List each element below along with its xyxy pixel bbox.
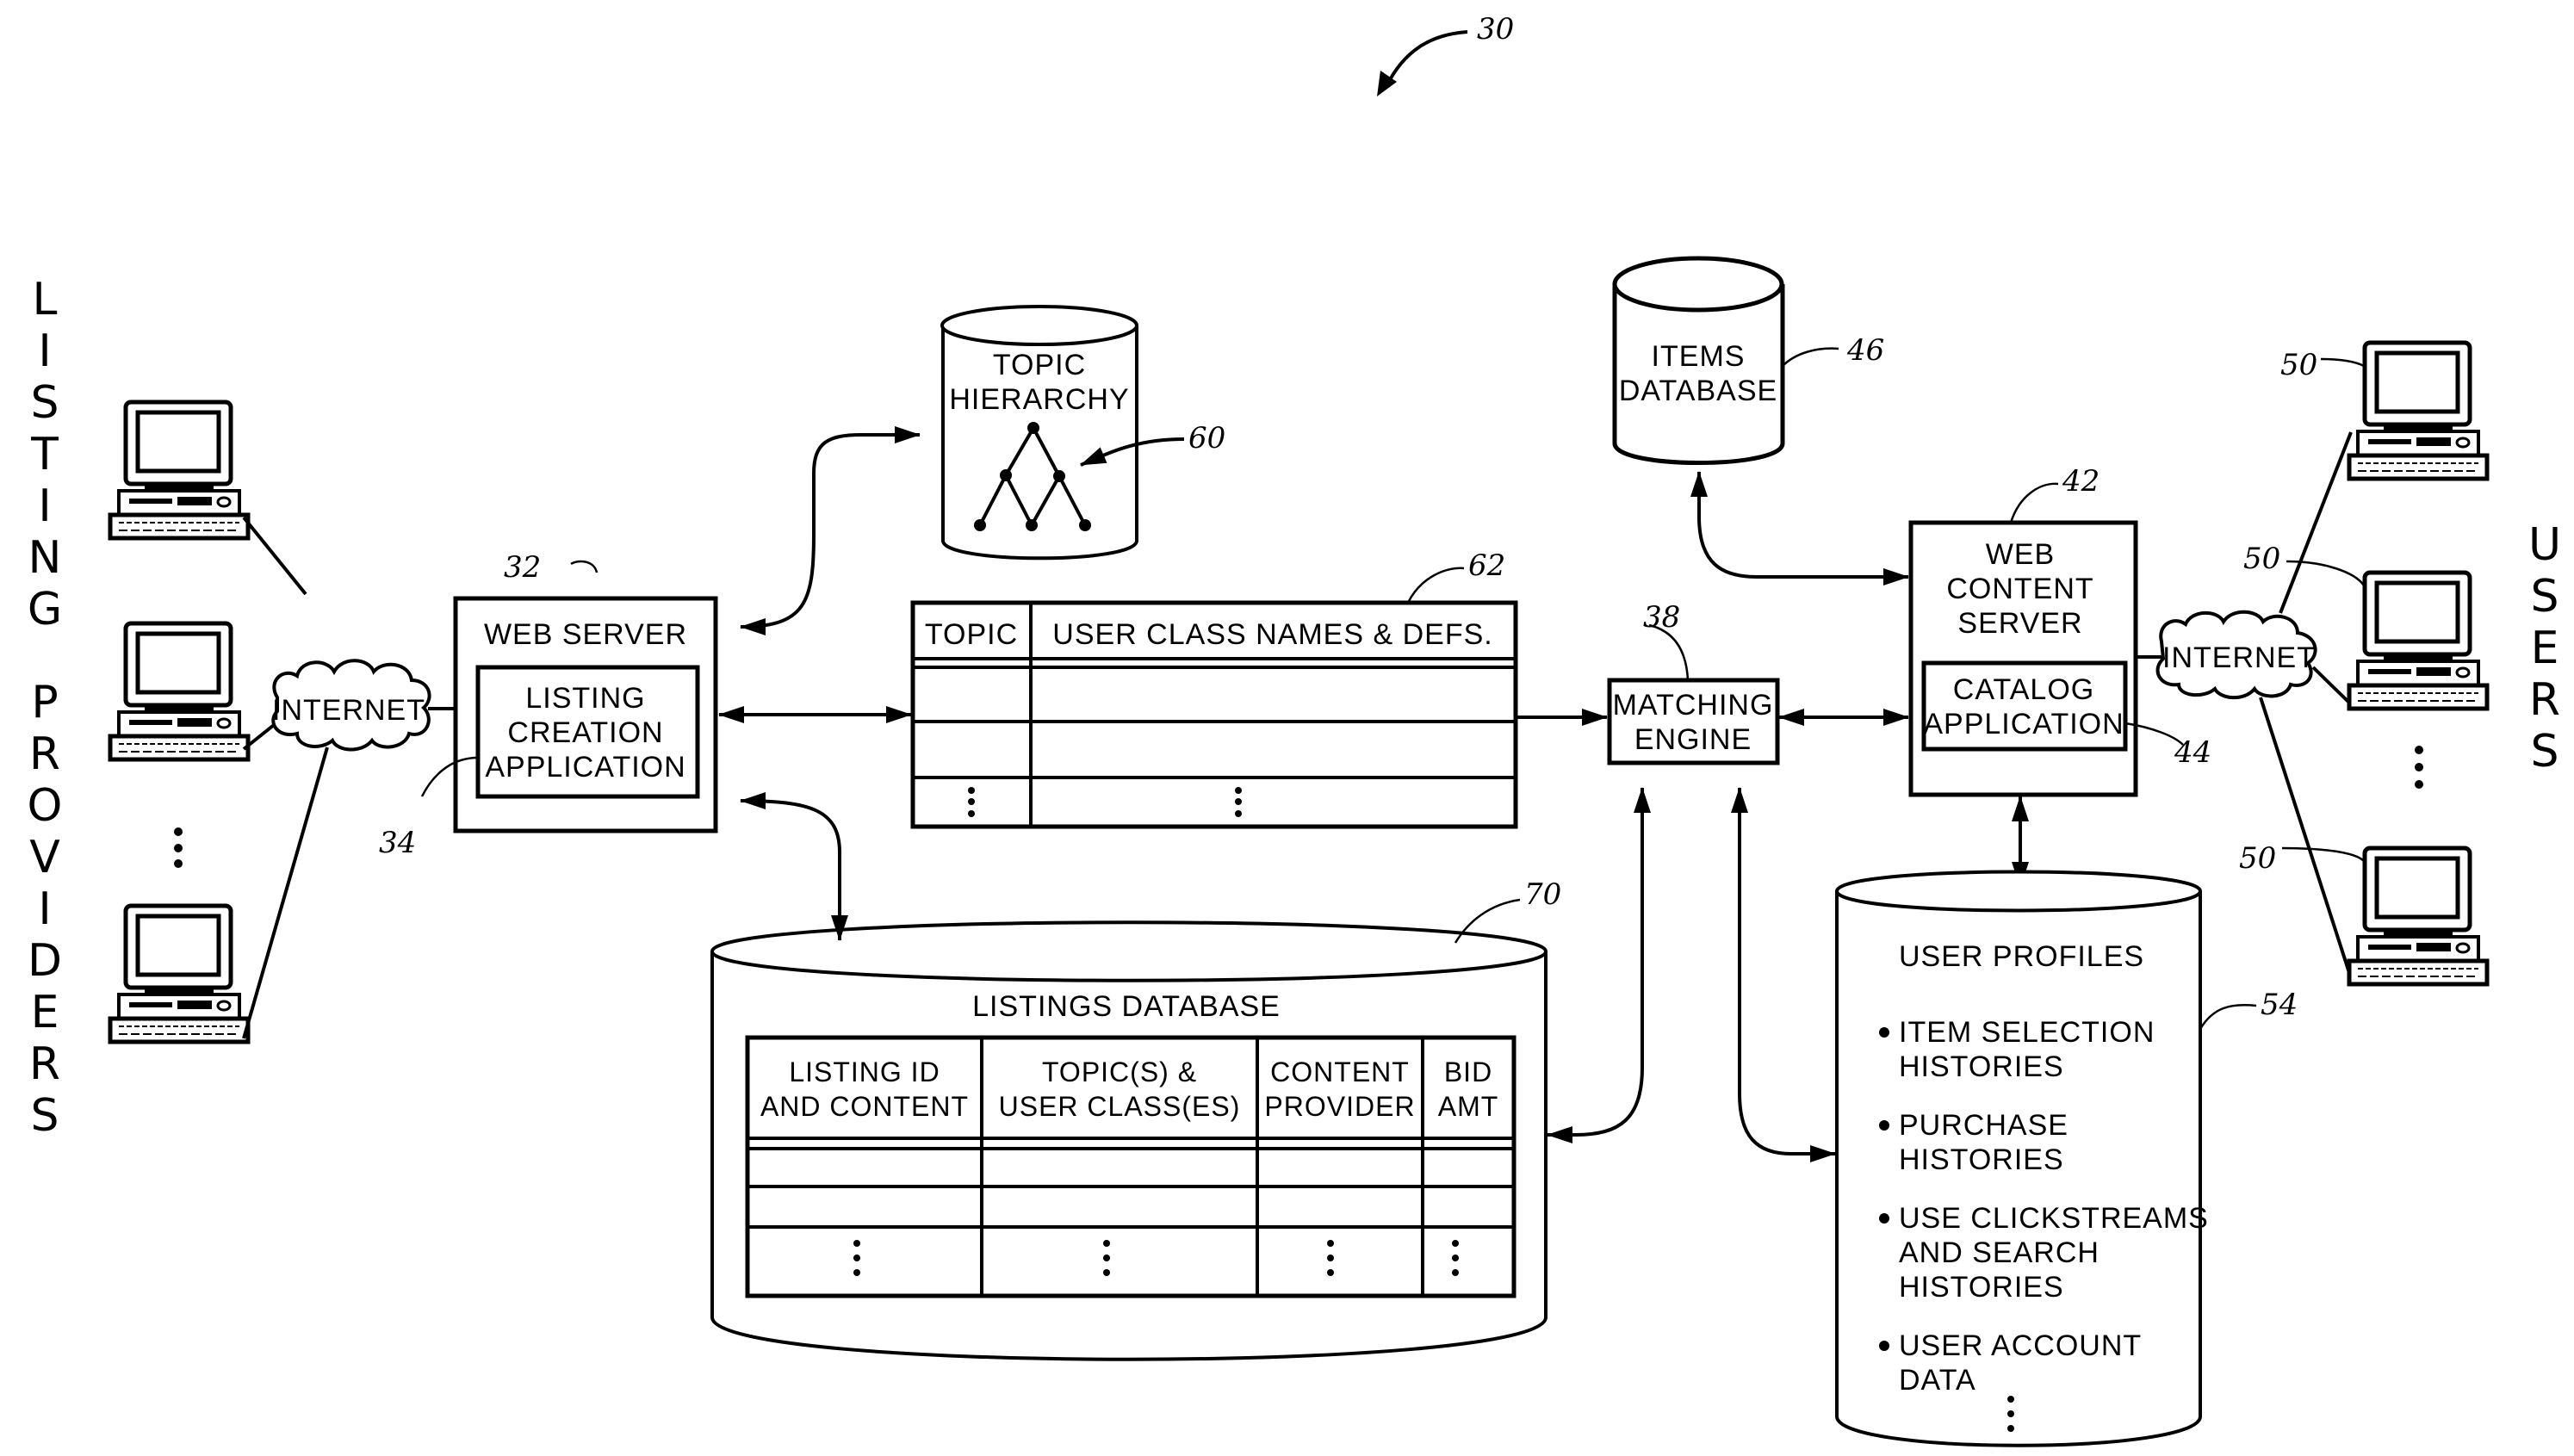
- arrow-webserver-topic-hierarchy: [740, 426, 921, 635]
- ref-42: 42: [2062, 464, 2100, 499]
- arrow-matching-profiles: [1731, 787, 1836, 1162]
- listings-db-title: LISTINGS DATABASE: [972, 990, 1281, 1023]
- user-profile-item: HISTORIES: [1899, 1050, 2064, 1083]
- link-line: [2279, 431, 2353, 614]
- items-db-line: DATABASE: [1619, 375, 1777, 407]
- matching-engine-line: ENGINE: [1634, 723, 1752, 756]
- listings-database: LISTINGS DATABASE LISTING ID AND CONTENT…: [710, 920, 1548, 1361]
- user-profile-item: USE CLICKSTREAMS: [1899, 1202, 2209, 1235]
- internet-label-right: INTERNET: [2162, 641, 2316, 674]
- lca-line: APPLICATION: [485, 751, 685, 784]
- link-line: [242, 747, 329, 1039]
- catalog-line: APPLICATION: [1923, 708, 2124, 740]
- ref-44: 44: [2174, 735, 2211, 770]
- arrow-matching-listings: [1547, 787, 1651, 1143]
- listings-header: LISTING ID: [789, 1056, 940, 1087]
- user-profiles-title: USER PROFILES: [1899, 940, 2144, 973]
- bullet-icon: [1879, 1341, 1889, 1351]
- listings-header: USER CLASS(ES): [999, 1091, 1241, 1122]
- ref-50: 50: [2239, 841, 2276, 876]
- web-server-title: WEB SERVER: [484, 618, 687, 651]
- ref-32: 32: [504, 550, 541, 585]
- svg-text:USERS: USERS: [2528, 519, 2561, 778]
- internet-label-left: INTERNET: [272, 694, 425, 727]
- ref-50: 50: [2243, 542, 2280, 576]
- items-database: ITEMS DATABASE: [1612, 256, 1785, 465]
- table-header-topic: TOPIC: [925, 618, 1018, 651]
- wcs-line: WEB: [1986, 538, 2055, 571]
- bullet-icon: [1879, 1027, 1889, 1038]
- user-computer: [2349, 848, 2487, 984]
- arrow-items-content-server: [1690, 471, 1909, 585]
- topic-hierarchy-db: TOPIC HIERARCHY: [940, 305, 1138, 561]
- ref-62: 62: [1468, 548, 1505, 583]
- matching-engine-line: MATCHING: [1613, 689, 1774, 722]
- catalog-line: CATALOG: [1953, 673, 2094, 706]
- topic-hierarchy-line: HIERARCHY: [949, 383, 1129, 416]
- bullet-icon: [1879, 1120, 1889, 1131]
- users-label: USERS: [2528, 519, 2561, 778]
- provider-computer: [110, 623, 248, 759]
- ref-50: 50: [2280, 348, 2317, 382]
- ref-60: 60: [1188, 421, 1225, 455]
- ellipsis-dot: [2007, 1410, 2014, 1417]
- internet-cloud-right: INTERNET: [2155, 610, 2317, 700]
- user-profiles-db: USER PROFILES ITEM SELECTIONHISTORIESPUR…: [1834, 870, 2209, 1447]
- web-content-server: WEB CONTENT SERVER CATALOG APPLICATION: [1908, 520, 2138, 797]
- listings-header: CONTENT: [1270, 1056, 1410, 1087]
- provider-ellipsis: [174, 827, 183, 868]
- user-profile-item: PURCHASE: [1899, 1109, 2069, 1142]
- provider-computer: [110, 402, 248, 538]
- listings-header: AMT: [1438, 1091, 1499, 1122]
- user-computer: [2349, 573, 2487, 709]
- ref-54: 54: [2261, 988, 2298, 1022]
- user-ellipsis: [2415, 746, 2423, 789]
- table-header-user-class: USER CLASS NAMES & DEFS.: [1052, 618, 1492, 651]
- topic-hierarchy-line: TOPIC: [993, 349, 1086, 381]
- listings-header: BID: [1444, 1056, 1492, 1087]
- svg-text:LISTINGPROVIDERS: LISTINGPROVIDERS: [28, 274, 63, 1142]
- system-diagram: 30 LISTINGPROVIDERS USERS INTERNET WEB S…: [28, 12, 2561, 1447]
- bullet-icon: [1879, 1213, 1889, 1224]
- lca-line: CREATION: [507, 716, 663, 749]
- internet-cloud-left: INTERNET: [271, 659, 431, 752]
- figure-reference-30: 30: [1377, 12, 1514, 96]
- ellipsis-dot: [2007, 1396, 2014, 1403]
- ref-46: 46: [1846, 333, 1884, 368]
- ellipsis-dot: [2007, 1425, 2014, 1432]
- web-server: WEB SERVER LISTING CREATION APPLICATION: [453, 596, 718, 833]
- user-computer: [2349, 343, 2487, 479]
- items-db-line: ITEMS: [1652, 340, 1746, 373]
- listings-table: LISTING ID AND CONTENT TOPIC(S) & USER C…: [745, 1035, 1516, 1298]
- topic-user-class-table: TOPIC USER CLASS NAMES & DEFS.: [910, 600, 1518, 829]
- lca-line: LISTING: [525, 682, 645, 715]
- listing-providers-label: LISTINGPROVIDERS: [28, 274, 63, 1142]
- listings-header: AND CONTENT: [760, 1091, 969, 1122]
- arrow-webserver-listings: [740, 792, 848, 941]
- user-profile-item: AND SEARCH: [1899, 1236, 2100, 1269]
- link-line: [2259, 697, 2353, 979]
- user-profile-item: HISTORIES: [1899, 1271, 2064, 1304]
- listings-header: TOPIC(S) &: [1042, 1056, 1197, 1087]
- provider-computer: [110, 906, 248, 1042]
- ref-30-label: 30: [1477, 12, 1514, 46]
- link-line: [2311, 666, 2353, 706]
- user-profile-item: HISTORIES: [1899, 1143, 2064, 1176]
- ref-34: 34: [379, 826, 416, 860]
- wcs-line: SERVER: [1957, 607, 2082, 640]
- user-profile-item: USER ACCOUNT: [1899, 1329, 2142, 1362]
- user-profile-item: ITEM SELECTION: [1899, 1016, 2155, 1049]
- link-line: [242, 516, 307, 596]
- listings-header: PROVIDER: [1264, 1091, 1415, 1122]
- wcs-line: CONTENT: [1946, 573, 2093, 605]
- user-profile-item: DATA: [1899, 1364, 1976, 1397]
- matching-engine: MATCHING ENGINE: [1607, 678, 1780, 765]
- ref-70: 70: [1524, 877, 1561, 912]
- ref-38: 38: [1643, 600, 1680, 635]
